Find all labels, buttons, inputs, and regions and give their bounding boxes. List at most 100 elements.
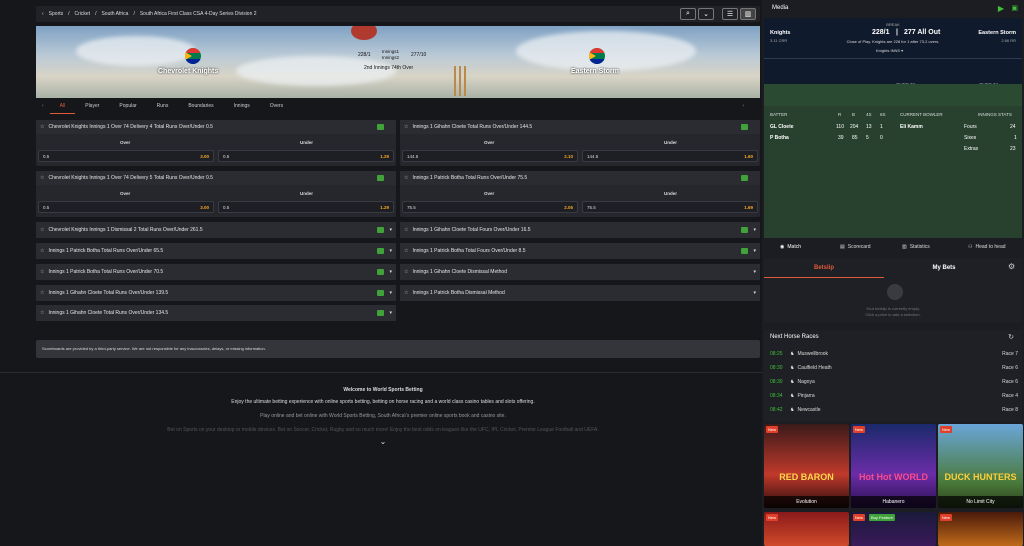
market-card: ☆ Chevrolet Knights Innings 1 Over 74 Del…: [36, 171, 396, 217]
tab-innings[interactable]: Innings: [224, 98, 260, 114]
race-row[interactable]: 08:25 ♞ Muswellbrook Race 7: [770, 348, 1020, 360]
tab-betslip[interactable]: Betslip: [764, 258, 884, 278]
star-icon: ☆: [40, 269, 45, 275]
market-header[interactable]: ☆ Chevrolet Knights Innings 1 Over 74 Del…: [36, 171, 396, 185]
odds-button[interactable]: 75.5 2.05: [402, 201, 578, 213]
breadcrumb-item[interactable]: South Africa: [101, 11, 128, 17]
game-tile[interactable]: New Hot Hot WORLD Habanero: [851, 424, 936, 508]
star-icon: ☆: [404, 248, 409, 254]
tab-head-to-head[interactable]: ⚇ Head to head: [968, 240, 1006, 254]
search-icon[interactable]: ⌕: [680, 8, 696, 20]
two-column-icon[interactable]: ▥: [740, 8, 756, 20]
chevron-right-icon[interactable]: ›: [732, 98, 754, 114]
innings2-label: Innings2: [382, 55, 400, 60]
market-collapsed[interactable]: ☆ Innings 1 Gihahn Cloete Total Runs Over…: [36, 305, 396, 321]
stats-icon[interactable]: [377, 124, 384, 130]
empty-betslip-icon: [887, 284, 903, 300]
innings-select[interactable]: Knights INNS ▾: [876, 48, 903, 53]
game-tile[interactable]: New: [764, 512, 849, 546]
star-icon: ☆: [40, 290, 45, 296]
horse-icon: ♞: [790, 351, 795, 357]
tab-statistics[interactable]: ▥ Statistics: [902, 240, 930, 254]
chevron-down-icon[interactable]: ⌄: [698, 8, 714, 20]
market-collapsed[interactable]: ☆ Innings 1 Gihahn Cloete Total Runs Over…: [36, 285, 396, 301]
game-tile[interactable]: New DUCK HUNTERS No Limit City: [938, 424, 1023, 508]
star-icon[interactable]: ☆: [404, 124, 408, 130]
star-icon: ☆: [404, 227, 409, 233]
star-icon: ☆: [40, 310, 45, 316]
game-tile[interactable]: New RED BARON Evolution: [764, 424, 849, 508]
market-collapsed[interactable]: ☆ Innings 1 Patrick Botha Total Fours Ove…: [400, 243, 760, 259]
tab-popular[interactable]: Popular: [109, 98, 146, 114]
chevron-left-icon[interactable]: ‹: [36, 98, 50, 114]
star-icon[interactable]: ☆: [404, 175, 408, 181]
tab-overs[interactable]: Overs: [260, 98, 293, 114]
tab-my-bets[interactable]: My Bets: [884, 258, 1004, 278]
home-score: 228/1: [358, 52, 371, 58]
market-tabs: ‹ All Player Popular Runs Boundaries Inn…: [36, 98, 760, 114]
stats-icon: [377, 290, 384, 296]
market-header[interactable]: ☆ Chevrolet Knights Innings 1 Over 74 Del…: [36, 120, 396, 134]
market-collapsed[interactable]: ☆ Innings 1 Patrick Botha Dismissal Metho…: [400, 285, 760, 301]
chevron-down-icon: ▾: [753, 290, 756, 296]
market-collapsed[interactable]: ☆ Chevrolet Knights Innings 1 Dismissal 2…: [36, 222, 396, 238]
single-column-icon[interactable]: ☰: [722, 8, 738, 20]
horse-icon: ♞: [790, 393, 795, 399]
game-tile[interactable]: New: [938, 512, 1023, 546]
chevron-down-icon: ▾: [753, 227, 756, 233]
market-collapsed[interactable]: ☆ Innings 1 Patrick Botha Total Runs Over…: [36, 264, 396, 280]
tab-scorecard[interactable]: ▤ Scorecard: [840, 240, 871, 254]
stats-icon[interactable]: [377, 175, 384, 181]
footer-text: Play online and bet online with World Sp…: [260, 413, 506, 419]
market-card: ☆ Innings 1 Patrick Botha Total Runs Over…: [400, 171, 760, 217]
scoreboard-icon[interactable]: ▣: [1011, 4, 1018, 12]
chevron-down-icon: ▾: [389, 269, 392, 275]
tab-match[interactable]: ◉ Match: [780, 240, 801, 254]
market-collapsed[interactable]: ☆ Innings 1 Patrick Botha Total Runs Over…: [36, 243, 396, 259]
star-icon[interactable]: ☆: [40, 175, 44, 181]
tab-all[interactable]: All: [49, 98, 76, 114]
home-team-name: Chevrolet Knights: [158, 68, 219, 75]
market-card: ☆ Innings 1 Gihahn Cloete Total Runs Over…: [400, 120, 760, 166]
market-header[interactable]: ☆ Innings 1 Gihahn Cloete Total Runs Over…: [400, 120, 760, 134]
pitch-visual: BATTER R B 4S 6S CURRENT BOWLER INNINGS …: [764, 84, 1022, 238]
gear-icon[interactable]: ⚙: [1008, 262, 1015, 271]
play-icon[interactable]: ▶: [998, 4, 1004, 13]
stats-icon: [377, 248, 384, 254]
tab-runs[interactable]: Runs: [147, 98, 179, 114]
race-row[interactable]: 08:42 ♞ Newcastle Race 8: [770, 404, 1020, 416]
race-row[interactable]: 08:30 ♞ Nagoya Race 6: [770, 376, 1020, 388]
stats-icon[interactable]: [741, 124, 748, 130]
odds-button[interactable]: 0.5 3.00: [38, 150, 214, 162]
star-icon: ☆: [40, 248, 45, 254]
breadcrumb-item[interactable]: South Africa First Class CSA 4-Day Serie…: [140, 11, 257, 17]
refresh-icon[interactable]: ↻: [1008, 333, 1014, 341]
breadcrumb-item[interactable]: Cricket: [75, 11, 91, 17]
odds-button[interactable]: 0.5 3.00: [38, 201, 214, 213]
market-header[interactable]: ☆ Innings 1 Patrick Botha Total Runs Over…: [400, 171, 760, 185]
stats-icon[interactable]: [741, 175, 748, 181]
tab-boundaries[interactable]: Boundaries: [178, 98, 223, 114]
betslip-panel: Betslip My Bets ⚙ Your betslip is curren…: [764, 258, 1022, 322]
breadcrumb-item[interactable]: Sports: [49, 11, 63, 17]
odds-button[interactable]: 75.5 1.69: [582, 201, 758, 213]
odds-button[interactable]: 0.5 1.29: [218, 150, 394, 162]
breadcrumb: ‹ Sports / Cricket / South Africa / South A…: [36, 6, 760, 22]
market-card: ☆ Chevrolet Knights Innings 1 Over 74 Del…: [36, 120, 396, 166]
back-icon[interactable]: ‹: [42, 11, 44, 17]
odds-button[interactable]: 144.5 1.60: [582, 150, 758, 162]
match-header: Chevrolet Knights Eastern Storm 228/1 In…: [36, 26, 760, 98]
odds-button[interactable]: 144.5 2.10: [402, 150, 578, 162]
market-collapsed[interactable]: ☆ Innings 1 Gihahn Cloete Total Fours Ove…: [400, 222, 760, 238]
footer-title: Welcome to World Sports Betting: [343, 387, 423, 393]
race-row[interactable]: 08:34 ♞ Pinjarra Race 4: [770, 390, 1020, 402]
tab-player[interactable]: Player: [75, 98, 109, 114]
chevron-down-icon: ▾: [753, 269, 756, 275]
race-row[interactable]: 08:30 ♞ Caulfield Heath Race 6: [770, 362, 1020, 374]
odds-button[interactable]: 0.5 1.29: [218, 201, 394, 213]
footer: Welcome to World Sports Betting Enjoy th…: [0, 372, 766, 546]
game-tile[interactable]: New Buy Feature: [851, 512, 936, 546]
market-collapsed[interactable]: ☆ Innings 1 Gihahn Cloete Dismissal Metho…: [400, 264, 760, 280]
star-icon[interactable]: ☆: [40, 124, 44, 130]
chevron-down-icon[interactable]: ⌄: [0, 437, 766, 446]
